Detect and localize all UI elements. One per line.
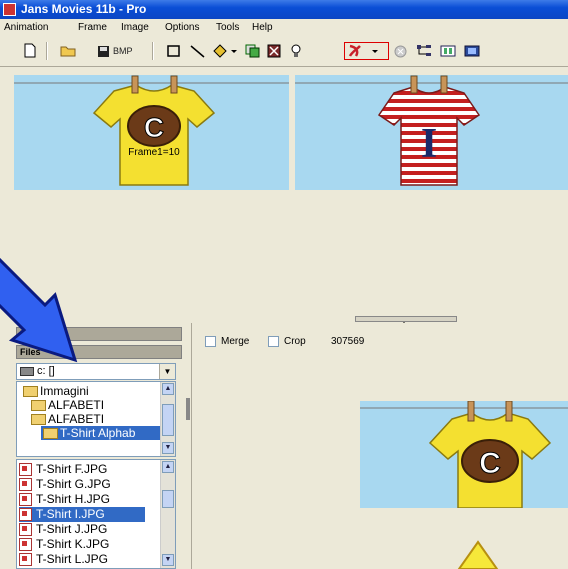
- tree-view-icon[interactable]: [414, 42, 434, 60]
- stop-icon[interactable]: [392, 42, 408, 60]
- frame-strip: C Frame1=10 I: [0, 75, 568, 190]
- app-icon: [3, 3, 16, 16]
- scroll-up-icon[interactable]: ▲: [162, 461, 174, 473]
- menu-animation[interactable]: Animation: [4, 19, 48, 36]
- image-preview-panel: Merge Crop 307569 C: [191, 323, 568, 569]
- scroll-thumb[interactable]: [162, 404, 174, 436]
- frame2-letter: I: [421, 121, 437, 167]
- image-file-icon: [19, 463, 32, 477]
- list-item[interactable]: T-Shirt F.JPG: [19, 462, 107, 477]
- crop-checkbox[interactable]: Crop: [268, 336, 306, 348]
- scroll-up-icon[interactable]: ▲: [162, 383, 174, 395]
- frame-thumbnail-1[interactable]: C Frame1=10: [14, 75, 289, 190]
- folder-icon: [31, 400, 46, 412]
- animation-dropdown-button[interactable]: [344, 42, 389, 60]
- folder-tree: Immagini ALFABETI ALFABETI T-Shirt Alpha…: [16, 381, 176, 457]
- window-title: Jans Movies 11b - Pro: [21, 2, 147, 16]
- yellow-arrow-annotation: [457, 540, 499, 569]
- tree-item-tshirt-alphabet[interactable]: T-Shirt Alphab: [41, 426, 163, 440]
- line-tool-icon[interactable]: [188, 42, 206, 60]
- frame-thumbnail-2[interactable]: I: [295, 75, 568, 190]
- vertical-splitter[interactable]: [186, 398, 190, 420]
- tshirt-image-c: C Frame1=10: [14, 75, 289, 186]
- menu-tools[interactable]: Tools: [216, 19, 239, 36]
- folder-icon: [31, 414, 46, 426]
- shape-dropdown-icon[interactable]: [212, 42, 238, 60]
- lamp-icon[interactable]: [288, 42, 304, 60]
- scroll-down-icon[interactable]: ▼: [162, 442, 174, 454]
- list-item[interactable]: T-Shirt J.JPG: [19, 522, 107, 537]
- rectangle-tool-icon[interactable]: [164, 42, 182, 60]
- menu-frame[interactable]: Frame: [78, 19, 107, 36]
- file-list-scrollbar[interactable]: ▲ ▼: [160, 460, 175, 568]
- image-file-icon: [19, 553, 32, 567]
- list-item-selected[interactable]: T-Shirt I.JPG: [19, 507, 145, 522]
- list-item[interactable]: T-Shirt H.JPG: [19, 492, 110, 507]
- delete-frame-icon[interactable]: [265, 42, 283, 60]
- folder-icon: [43, 428, 58, 440]
- menu-image[interactable]: Image: [121, 19, 149, 36]
- title-bar[interactable]: Jans Movies 11b - Pro: [0, 0, 568, 19]
- copy-frame-icon[interactable]: [243, 42, 261, 60]
- list-item[interactable]: T-Shirt K.JPG: [19, 537, 109, 552]
- image-file-icon: [19, 538, 32, 552]
- film-strip-icon[interactable]: [438, 42, 458, 60]
- merge-checkbox[interactable]: Merge: [205, 336, 249, 348]
- preview-letter: C: [479, 447, 501, 480]
- scroll-thumb[interactable]: [162, 490, 174, 508]
- checkbox-box[interactable]: [268, 336, 279, 347]
- tshirt-image-i: I: [295, 75, 568, 186]
- toolbar-separator: [46, 42, 48, 60]
- new-file-icon[interactable]: [21, 42, 39, 60]
- menu-help[interactable]: Help: [252, 19, 273, 36]
- image-file-icon: [19, 478, 32, 492]
- menu-options[interactable]: Options: [165, 19, 199, 36]
- save-bmp-button[interactable]: BMP: [91, 42, 139, 60]
- toolbar: BMP: [0, 36, 568, 67]
- open-folder-icon[interactable]: [58, 42, 78, 60]
- frame1-letter: C: [144, 112, 164, 143]
- list-item[interactable]: T-Shirt L.JPG: [19, 552, 108, 567]
- scroll-down-icon[interactable]: ▼: [162, 554, 174, 566]
- folder-icon: [23, 386, 38, 398]
- save-bmp-label: BMP: [113, 46, 133, 56]
- film-wide-icon[interactable]: [462, 42, 482, 60]
- menu-bar: Animation Frame Image Options Tools Help: [0, 19, 568, 36]
- toolbar-separator: [152, 42, 154, 60]
- panel-splitter[interactable]: [355, 316, 457, 325]
- file-list: T-Shirt F.JPG T-Shirt G.JPG T-Shirt H.JP…: [16, 459, 176, 569]
- tree-scrollbar[interactable]: ▲ ▼: [160, 382, 175, 456]
- image-file-icon: [19, 508, 32, 522]
- checkbox-box[interactable]: [205, 336, 216, 347]
- preview-image: C: [360, 400, 568, 509]
- frame1-label: Frame1=10: [128, 147, 180, 158]
- image-file-icon: [19, 523, 32, 537]
- image-size-value: 307569: [331, 336, 365, 347]
- tshirt-image-c-large: C: [360, 400, 568, 509]
- tree-item-alfabeti[interactable]: ALFABETI: [31, 398, 104, 412]
- tree-item-alfabeti-2[interactable]: ALFABETI: [31, 412, 104, 426]
- chevron-down-icon[interactable]: ▼: [159, 364, 175, 379]
- list-item[interactable]: T-Shirt G.JPG: [19, 477, 111, 492]
- image-file-icon: [19, 493, 32, 507]
- tree-item-immagini[interactable]: Immagini: [23, 384, 89, 398]
- blue-arrow-annotation: [0, 257, 78, 363]
